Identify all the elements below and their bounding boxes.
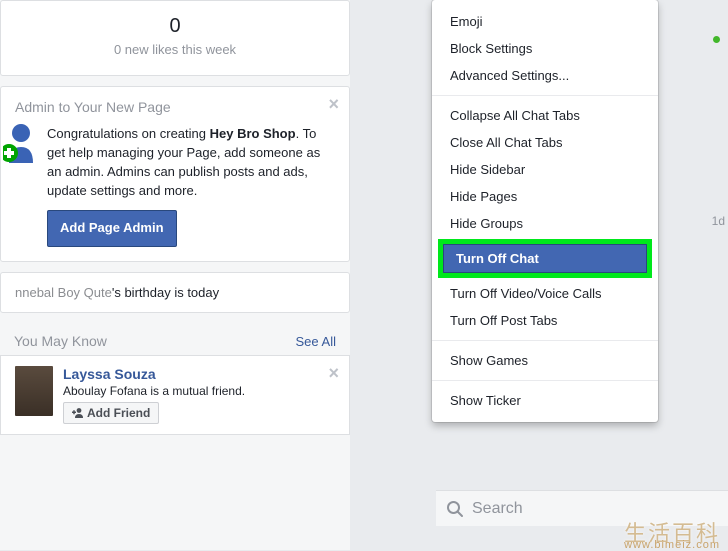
- pymk-mutual: Aboulay Fofana is a mutual friend.: [63, 384, 245, 398]
- search-icon: [446, 500, 464, 518]
- add-friend-label: Add Friend: [87, 406, 150, 420]
- add-page-admin-button[interactable]: Add Page Admin: [47, 210, 177, 247]
- admin-brand: Hey Bro Shop: [210, 126, 296, 141]
- admin-avatars-icon: [15, 125, 37, 167]
- likes-card: 0 0 new likes this week: [0, 0, 350, 76]
- likes-count: 0: [1, 15, 349, 38]
- birthday-suffix: 's birthday is today: [112, 285, 219, 300]
- pymk-title: You May Know: [14, 333, 107, 349]
- admin-card-title: Admin to Your New Page: [15, 99, 335, 115]
- menu-item-emoji[interactable]: Emoji: [432, 8, 658, 35]
- pymk-section: You May Know See All × Layssa Souza Abou…: [0, 323, 350, 435]
- menu-divider: [432, 340, 658, 341]
- menu-item-advanced-settings[interactable]: Advanced Settings...: [432, 62, 658, 89]
- close-icon[interactable]: ×: [328, 95, 339, 113]
- add-friend-button[interactable]: Add Friend: [63, 402, 159, 424]
- pymk-name[interactable]: Layssa Souza: [63, 366, 245, 382]
- pymk-photo[interactable]: [15, 366, 53, 416]
- right-side: 1d Emoji Block Settings Advanced Setting…: [360, 0, 728, 550]
- menu-item-hide-sidebar[interactable]: Hide Sidebar: [432, 156, 658, 183]
- menu-item-turn-off-chat[interactable]: Turn Off Chat: [443, 244, 647, 273]
- menu-divider: [432, 95, 658, 96]
- highlight-box: Turn Off Chat: [438, 239, 652, 278]
- search-placeholder: Search: [472, 500, 523, 518]
- likes-sub: 0 new likes this week: [1, 42, 349, 57]
- admin-card: Admin to Your New Page × Congratulations…: [0, 86, 350, 262]
- menu-item-hide-pages[interactable]: Hide Pages: [432, 183, 658, 210]
- chat-settings-menu: Emoji Block Settings Advanced Settings..…: [432, 0, 658, 422]
- admin-text: Congratulations on creating Hey Bro Shop…: [47, 125, 335, 247]
- menu-item-show-ticker[interactable]: Show Ticker: [432, 387, 658, 414]
- birthday-name[interactable]: nnebal Boy Qute: [15, 285, 112, 300]
- contact-timestamp: 1d: [712, 214, 725, 228]
- birthday-card: nnebal Boy Qute's birthday is today: [0, 272, 350, 313]
- menu-item-block-settings[interactable]: Block Settings: [432, 35, 658, 62]
- menu-item-turn-off-post-tabs[interactable]: Turn Off Post Tabs: [432, 307, 658, 334]
- menu-item-close-chat-tabs[interactable]: Close All Chat Tabs: [432, 129, 658, 156]
- menu-item-show-games[interactable]: Show Games: [432, 347, 658, 374]
- see-all-link[interactable]: See All: [296, 334, 336, 349]
- left-column: 0 0 new likes this week Admin to Your Ne…: [0, 0, 350, 550]
- menu-item-collapse-chat-tabs[interactable]: Collapse All Chat Tabs: [432, 102, 658, 129]
- admin-text-pre: Congratulations on creating: [47, 126, 210, 141]
- close-icon[interactable]: ×: [328, 364, 339, 382]
- online-dot-icon: [713, 36, 720, 43]
- add-person-icon: [72, 407, 84, 419]
- menu-divider: [432, 380, 658, 381]
- pymk-item: × Layssa Souza Aboulay Fofana is a mutua…: [0, 355, 350, 435]
- menu-item-hide-groups[interactable]: Hide Groups: [432, 210, 658, 237]
- chat-search-bar[interactable]: Search: [436, 490, 728, 526]
- menu-item-turn-off-video[interactable]: Turn Off Video/Voice Calls: [432, 280, 658, 307]
